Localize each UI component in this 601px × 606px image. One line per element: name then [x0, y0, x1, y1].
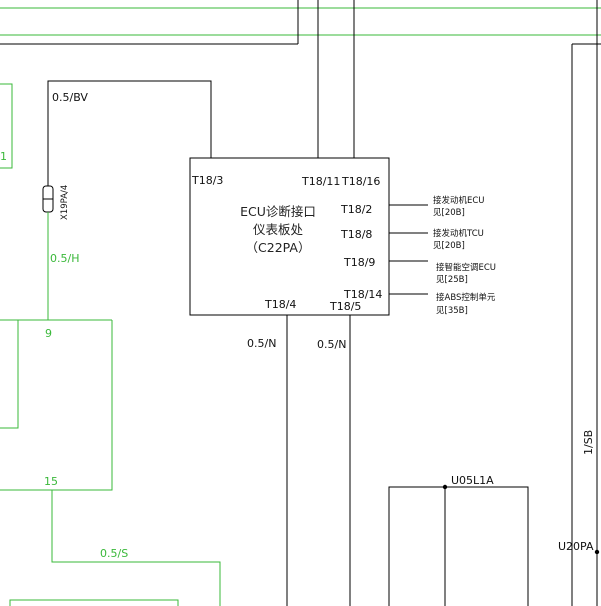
wire-05s [51, 490, 221, 606]
wire-label-05bv: 0.5/BV [52, 91, 88, 104]
pin-t18-11: T18/11 [301, 175, 340, 188]
pin-t18-5: T18/5 [329, 300, 361, 313]
note-abs-ref: 见[35B] [436, 306, 468, 316]
pin-t18-4: T18/4 [264, 298, 296, 311]
green-box-left-mid [0, 320, 19, 429]
pin-t18-8: T18/8 [340, 228, 372, 241]
wire-label-1sb: 1/SB [582, 430, 595, 455]
note-tcu: 接发动机TCU [433, 228, 484, 239]
wiring-diagram: 0.5/BV X19PA/4 0.5/H 1 9 15 0.5/S T18/3 … [0, 0, 601, 606]
note-ac-ecu: 接智能空调ECU [436, 262, 496, 273]
green-box-right-mid [0, 320, 113, 491]
wire-label-05n-left: 0.5/N [247, 337, 276, 350]
connector-label-x19pa4: X19PA/4 [60, 185, 70, 220]
note-tcu-ref: 见[20B] [433, 241, 465, 251]
ecu-title-line1: ECU诊断接口 [240, 204, 316, 219]
note-engine-ecu-ref: 见[20B] [433, 208, 465, 218]
ecu-title-line2: 仪表板处 [253, 222, 304, 237]
green-bottom-box [9, 599, 179, 606]
pin-t18-9: T18/9 [343, 256, 375, 269]
left-label-9: 9 [45, 327, 52, 340]
pin-t18-16: T18/16 [341, 175, 380, 188]
junction-u05l1a [442, 484, 448, 490]
ecu-title-line3: （C22PA） [246, 240, 311, 255]
ground-label-u05l1a: U05L1A [451, 474, 494, 487]
wire-label-05n-right: 0.5/N [317, 338, 346, 351]
left-label-1: 1 [0, 150, 7, 163]
ground-box-u05l1a [388, 486, 529, 606]
note-abs: 接ABS控制单元 [436, 292, 496, 303]
ground-label-u20pa: U20PA [558, 540, 594, 553]
left-label-15: 15 [44, 475, 58, 488]
wire-label-05h: 0.5/H [50, 252, 79, 265]
note-engine-ecu: 接发动机ECU [433, 195, 485, 206]
pin-t18-2: T18/2 [340, 203, 372, 216]
note-ac-ecu-ref: 见[25B] [436, 275, 468, 285]
wire-label-05s: 0.5/S [100, 547, 128, 560]
pin-t18-3: T18/3 [191, 174, 223, 187]
